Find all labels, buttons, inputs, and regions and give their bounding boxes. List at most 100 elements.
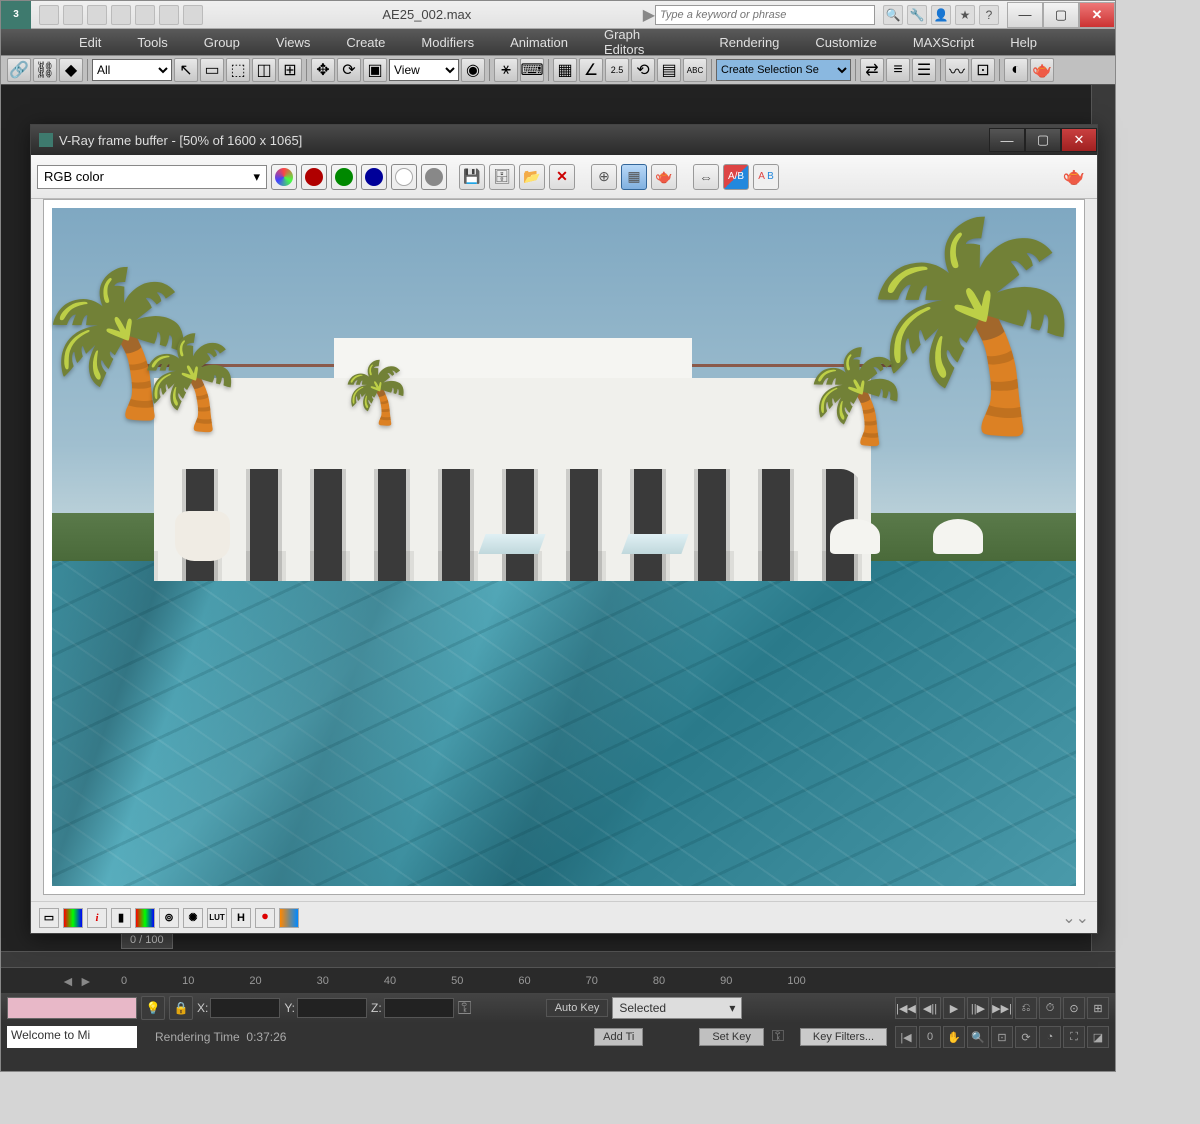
render-setup-icon[interactable]: 🫖 bbox=[1030, 58, 1054, 82]
min-max-toggle-icon[interactable]: ◪ bbox=[1087, 1026, 1109, 1048]
move-icon[interactable]: ✥ bbox=[311, 58, 335, 82]
material-editor-icon[interactable]: ◐ bbox=[1004, 58, 1028, 82]
history-ab-icon[interactable]: A B bbox=[753, 164, 779, 190]
select-name-icon[interactable]: ▭ bbox=[200, 58, 224, 82]
auto-key-button[interactable]: Auto Key bbox=[546, 999, 609, 1017]
layers-icon[interactable]: ☰ bbox=[912, 58, 936, 82]
orbit-icon[interactable]: ⟳ bbox=[1015, 1026, 1037, 1048]
isolate-icon[interactable]: ⊙ bbox=[1063, 997, 1085, 1019]
rgb-swatch-icon[interactable] bbox=[271, 164, 297, 190]
region-render-icon[interactable]: ▦ bbox=[621, 164, 647, 190]
reference-coord-select[interactable]: View bbox=[389, 59, 459, 81]
menu-maxscript[interactable]: MAXScript bbox=[895, 35, 992, 50]
maximize-viewport-icon[interactable]: ⛶ bbox=[1063, 1026, 1085, 1048]
maximize-button[interactable]: ▢ bbox=[1043, 2, 1079, 28]
vray-teapot-icon[interactable]: 🫖 bbox=[1057, 164, 1091, 190]
menu-animation[interactable]: Animation bbox=[492, 35, 586, 50]
save-file-icon[interactable] bbox=[87, 5, 107, 25]
pivot-icon[interactable]: ◉ bbox=[461, 58, 485, 82]
play-icon[interactable]: ▶ bbox=[943, 997, 965, 1019]
srgb-icon[interactable]: H bbox=[231, 908, 251, 928]
select-cursor-icon[interactable]: ↖ bbox=[174, 58, 198, 82]
exposure-icon[interactable]: ✺ bbox=[183, 908, 203, 928]
save-all-icon[interactable]: 🗄 bbox=[489, 164, 515, 190]
levels-icon[interactable] bbox=[135, 908, 155, 928]
add-time-tag-button[interactable]: Add Ti bbox=[594, 1028, 643, 1046]
render-last-icon[interactable]: 🫖 bbox=[651, 164, 677, 190]
vray-close-button[interactable]: ✕ bbox=[1061, 128, 1097, 152]
menu-group[interactable]: Group bbox=[186, 35, 258, 50]
help-search-input[interactable] bbox=[655, 5, 875, 25]
red-channel-icon[interactable] bbox=[301, 164, 327, 190]
user-icon[interactable]: 👤 bbox=[931, 5, 951, 25]
select-rect-icon[interactable]: ⬚ bbox=[226, 58, 250, 82]
menu-help[interactable]: Help bbox=[992, 35, 1055, 50]
clear-image-icon[interactable]: ✕ bbox=[549, 164, 575, 190]
angle-snap-icon[interactable]: ∠ bbox=[579, 58, 603, 82]
menu-views[interactable]: Views bbox=[258, 35, 328, 50]
link-icon[interactable] bbox=[159, 5, 179, 25]
stop-render-icon[interactable]: ⏺ bbox=[255, 908, 275, 928]
fov-icon[interactable]: ◔ bbox=[1039, 1026, 1061, 1048]
viewport-layout-icon[interactable]: ⊞ bbox=[1087, 997, 1109, 1019]
named-sel-sets-icon[interactable]: ABC bbox=[683, 58, 707, 82]
select-window-icon[interactable]: ◫ bbox=[252, 58, 276, 82]
render-output-viewport[interactable]: 🌴 🌴 🌴 🌴 🌴 bbox=[43, 199, 1085, 895]
undo-icon[interactable] bbox=[111, 5, 131, 25]
lock-icon[interactable]: 🔒 bbox=[169, 996, 193, 1020]
frame-number-input[interactable]: 0 bbox=[919, 1026, 941, 1048]
wrench-icon[interactable]: 🔧 bbox=[907, 5, 927, 25]
clamp-colors-icon[interactable]: ▮ bbox=[111, 908, 131, 928]
goto-start-icon[interactable]: |◀◀ bbox=[895, 997, 917, 1019]
star-icon[interactable]: ★ bbox=[955, 5, 975, 25]
mini-listener[interactable] bbox=[7, 997, 137, 1019]
lut-icon[interactable]: LUT bbox=[207, 908, 227, 928]
vray-maximize-button[interactable]: ▢ bbox=[1025, 128, 1061, 152]
help-icon[interactable]: ? bbox=[979, 5, 999, 25]
y-input[interactable] bbox=[297, 998, 367, 1018]
key-icon[interactable]: ⚿ bbox=[458, 998, 478, 1019]
vray-titlebar[interactable]: V-Ray frame buffer - [50% of 1600 x 1065… bbox=[31, 125, 1097, 155]
app-logo-icon[interactable]: 3 bbox=[1, 1, 31, 29]
link-chain-icon[interactable]: 🔗 bbox=[7, 58, 31, 82]
new-file-icon[interactable] bbox=[39, 5, 59, 25]
menu-modifiers[interactable]: Modifiers bbox=[403, 35, 492, 50]
curve-editor-icon[interactable]: 〰 bbox=[945, 58, 969, 82]
selection-filter-select[interactable]: All bbox=[92, 59, 172, 81]
bind-icon[interactable]: ◆ bbox=[59, 58, 83, 82]
goto-end-icon[interactable]: ▶▶| bbox=[991, 997, 1013, 1019]
menu-tools[interactable]: Tools bbox=[119, 35, 185, 50]
close-button[interactable]: ✕ bbox=[1079, 2, 1115, 28]
binoculars-icon[interactable]: 🔍 bbox=[883, 5, 903, 25]
time-config-icon[interactable]: ⏱ bbox=[1039, 997, 1061, 1019]
pixel-info-icon[interactable]: i bbox=[87, 908, 107, 928]
alpha-channel-icon[interactable] bbox=[391, 164, 417, 190]
lightbulb-icon[interactable]: 💡 bbox=[141, 996, 165, 1020]
named-selection-dropdown[interactable]: Create Selection Se bbox=[716, 59, 851, 81]
open-file-icon[interactable] bbox=[63, 5, 83, 25]
spinner-snap-icon[interactable]: ⟲ bbox=[631, 58, 655, 82]
menu-edit[interactable]: Edit bbox=[61, 35, 119, 50]
align-icon[interactable]: ≡ bbox=[886, 58, 910, 82]
show-last-icon[interactable]: ▭ bbox=[39, 908, 59, 928]
blue-channel-icon[interactable] bbox=[361, 164, 387, 190]
menu-customize[interactable]: Customize bbox=[797, 35, 894, 50]
link-pdplayer-icon[interactable]: ⇔ bbox=[693, 164, 719, 190]
z-input[interactable] bbox=[384, 998, 454, 1018]
edged-faces-icon[interactable]: ▤ bbox=[657, 58, 681, 82]
channel-dropdown[interactable]: RGB color▾ bbox=[37, 165, 267, 189]
curve-icon[interactable]: ⊚ bbox=[159, 908, 179, 928]
unlink-icon[interactable]: ⛓ bbox=[33, 58, 57, 82]
key-mode-toggle-icon[interactable]: ⎌ bbox=[1015, 997, 1037, 1019]
more-icon[interactable] bbox=[183, 5, 203, 25]
mirror-icon[interactable]: ⇄ bbox=[860, 58, 884, 82]
menu-graph-editors[interactable]: Graph Editors bbox=[586, 27, 701, 57]
snap-icon[interactable]: ▦ bbox=[553, 58, 577, 82]
script-listener[interactable]: Welcome to Mi bbox=[7, 1026, 137, 1048]
goto-frame-icon[interactable]: |◀ bbox=[895, 1026, 917, 1048]
compare-ab-icon[interactable]: A/B bbox=[723, 164, 749, 190]
pan-icon[interactable]: ✋ bbox=[943, 1026, 965, 1048]
x-input[interactable] bbox=[210, 998, 280, 1018]
vray-minimize-button[interactable]: — bbox=[989, 128, 1025, 152]
percent-snap-icon[interactable]: 2.5 bbox=[605, 58, 629, 82]
